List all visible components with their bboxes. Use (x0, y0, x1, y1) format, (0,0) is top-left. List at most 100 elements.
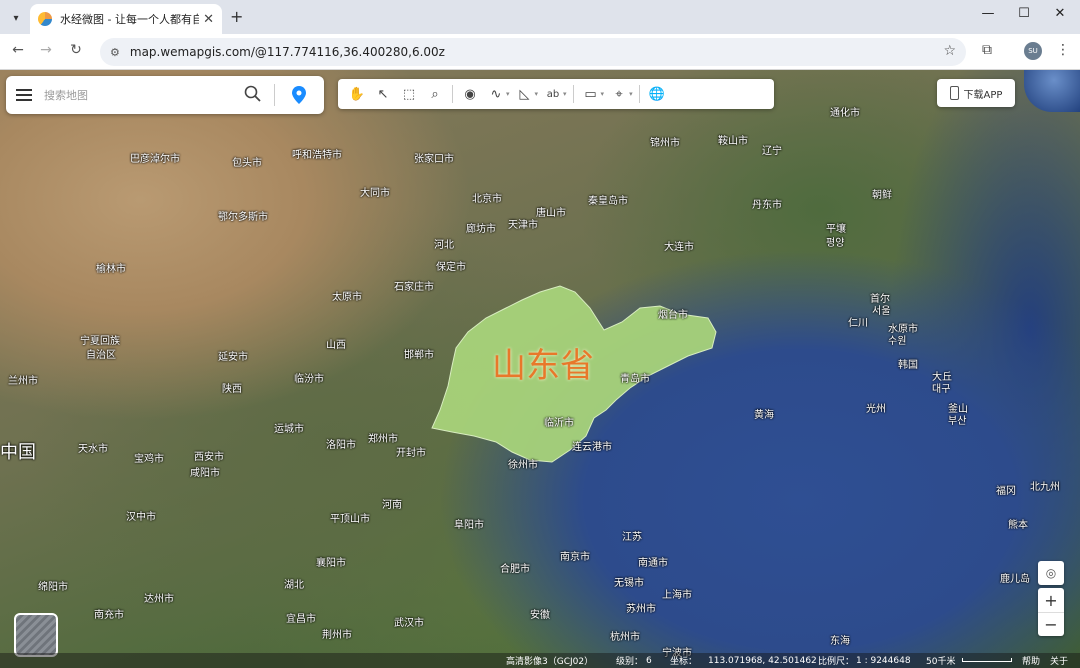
browser-tabstrip: ▾ 水经微图 - 让每一个人都有自己 ✕ + — ☐ ✕ (0, 0, 1080, 34)
divider (452, 85, 453, 103)
map-place-label: 宁夏回族 (80, 336, 120, 347)
download-app-button[interactable]: 下载APP (937, 79, 1015, 107)
map-place-label: 绵阳市 (38, 582, 68, 593)
zoom-control: + − (1038, 588, 1064, 636)
map-place-label: 辽宁 (762, 146, 782, 157)
map-place-label: 秦皇岛市 (588, 196, 628, 207)
map-place-label: 张家口市 (414, 154, 454, 165)
pan-hand-icon[interactable]: ✋ (344, 81, 370, 107)
map-place-label: 河南 (382, 500, 402, 511)
map-place-label: 洛阳市 (326, 440, 356, 451)
chevron-down-icon[interactable]: ▾ (563, 90, 567, 98)
map-place-label: 平壤 (826, 224, 846, 235)
map-place-label: 丹东市 (752, 200, 782, 211)
search-input[interactable] (44, 88, 234, 102)
map-place-label: 通化市 (830, 108, 860, 119)
map-place-label: 北京市 (472, 194, 502, 205)
locate-icon[interactable]: ◎ (1038, 561, 1064, 585)
map-canvas[interactable]: 山东省 巴彦淖尔市 包头市 呼和浩特市 张家口市 锦州市 鞍山市 辽宁 通化市 大同市 北京市 秦皇… (0, 70, 1080, 668)
map-place-label: 襄阳市 (316, 558, 346, 569)
help-link[interactable]: 帮助 (1022, 654, 1040, 667)
map-place-label: 부산 (948, 416, 967, 427)
distance-scale: 50千米 (926, 657, 956, 667)
map-place-label: 荆州市 (322, 630, 352, 641)
new-tab-icon[interactable]: + (230, 7, 243, 26)
box-select-icon[interactable]: ⬚ (396, 81, 422, 107)
zoom-out-button[interactable]: − (1038, 612, 1064, 636)
divider (274, 84, 275, 106)
globe-icon[interactable]: 🌐 (644, 81, 670, 107)
map-place-label: 韩国 (898, 360, 918, 371)
map-place-label: 鹿儿岛 (1000, 574, 1030, 585)
map-place-label: 杭州市 (610, 632, 640, 643)
map-toolbar: ✋ ↖ ⬚ ⌕ ◉ ∿ ▾ ◺ ▾ ab ▾ ▭ ▾ ⌖ ▾ 🌐 (338, 79, 774, 109)
maximize-icon[interactable]: ☐ (1014, 6, 1034, 21)
back-icon[interactable]: ← (8, 42, 28, 58)
chevron-down-icon[interactable]: ▾ (506, 90, 510, 98)
browser-tab[interactable]: 水经微图 - 让每一个人都有自己 ✕ (30, 4, 222, 34)
map-place-label: 光州 (866, 404, 886, 415)
map-place-label: 대구 (932, 384, 951, 395)
map-place-label: 鄂尔多斯市 (218, 212, 268, 223)
map-search-box (6, 76, 324, 114)
close-window-icon[interactable]: ✕ (1050, 6, 1070, 21)
divider (572, 85, 574, 103)
profile-avatar[interactable]: SU (1024, 42, 1042, 60)
tab-title: 水经微图 - 让每一个人都有自己 (60, 13, 200, 26)
map-place-label: 兰州市 (8, 376, 38, 387)
map-place-label: 郑州市 (368, 434, 398, 445)
select-arrow-icon[interactable]: ↖ (370, 81, 396, 107)
forward-icon[interactable]: → (36, 42, 56, 58)
about-link[interactable]: 关于 (1050, 654, 1068, 667)
phone-icon (949, 86, 959, 100)
layer-switch-button[interactable] (14, 613, 58, 657)
map-place-label: 朝鲜 (872, 190, 892, 201)
menu-icon[interactable] (16, 89, 32, 101)
divider (638, 85, 640, 103)
marker-icon[interactable]: ◉ (457, 81, 483, 107)
map-place-label: 巴彦淖尔市 (130, 154, 180, 165)
map-place-label: 天水市 (78, 444, 108, 455)
tab-list-dropdown-icon[interactable]: ▾ (6, 8, 26, 28)
chevron-down-icon[interactable]: ▾ (601, 90, 605, 98)
map-place-label: 苏州市 (626, 604, 656, 615)
zoom-search-icon[interactable]: ⌕ (422, 81, 448, 107)
map-place-label: 榆林市 (96, 264, 126, 275)
map-place-label: 中国 (0, 442, 36, 463)
scale-label: 比例尺： (818, 657, 855, 667)
bookmark-star-icon[interactable]: ☆ (943, 43, 956, 59)
search-icon[interactable] (244, 85, 262, 103)
map-place-label: 安徽 (530, 610, 550, 621)
browser-toolbar: ← → ↻ ⚙ map.wemapgis.com/@117.774116,36.… (0, 34, 1080, 70)
map-place-label: 西安市 (194, 452, 224, 463)
map-place-label: 唐山市 (536, 208, 566, 219)
map-place-label: 连云港市 (572, 442, 612, 453)
reload-icon[interactable]: ↻ (66, 42, 86, 58)
browser-menu-icon[interactable]: ⋮ (1056, 42, 1070, 58)
map-place-label: 鞍山市 (718, 136, 748, 147)
map-place-label: 保定市 (436, 262, 466, 273)
chevron-down-icon[interactable]: ▾ (535, 90, 539, 98)
map-place-label: 黄海 (754, 410, 774, 421)
map-place-label: 合肥市 (500, 564, 530, 575)
zoom-in-button[interactable]: + (1038, 588, 1064, 612)
map-place-label: 平顶山市 (330, 514, 370, 525)
status-bar: 高清影像3（GCJ02） 级别： 6 坐标： 113.071968, 42.50… (0, 653, 1080, 668)
address-bar[interactable]: ⚙ map.wemapgis.com/@117.774116,36.400280… (100, 38, 966, 66)
map-place-label: 大连市 (664, 242, 694, 253)
location-pin-icon[interactable] (291, 85, 307, 105)
map-place-label: 서울 (872, 306, 891, 317)
map-place-label: 陕西 (222, 384, 242, 395)
extensions-icon[interactable]: ⧉ (982, 42, 992, 58)
level-value: 6 (646, 655, 652, 666)
close-tab-icon[interactable]: ✕ (203, 12, 214, 27)
minimize-icon[interactable]: — (978, 6, 998, 21)
map-place-label: 大同市 (360, 188, 390, 199)
map-place-label: 咸阳市 (190, 468, 220, 479)
map-place-label: 石家庄市 (394, 282, 434, 293)
chevron-down-icon[interactable]: ▾ (629, 90, 633, 98)
map-place-label: 河北 (434, 240, 454, 251)
map-place-label: 包头市 (232, 158, 262, 169)
map-place-label: 宜昌市 (286, 614, 316, 625)
site-info-icon[interactable]: ⚙ (110, 46, 120, 59)
